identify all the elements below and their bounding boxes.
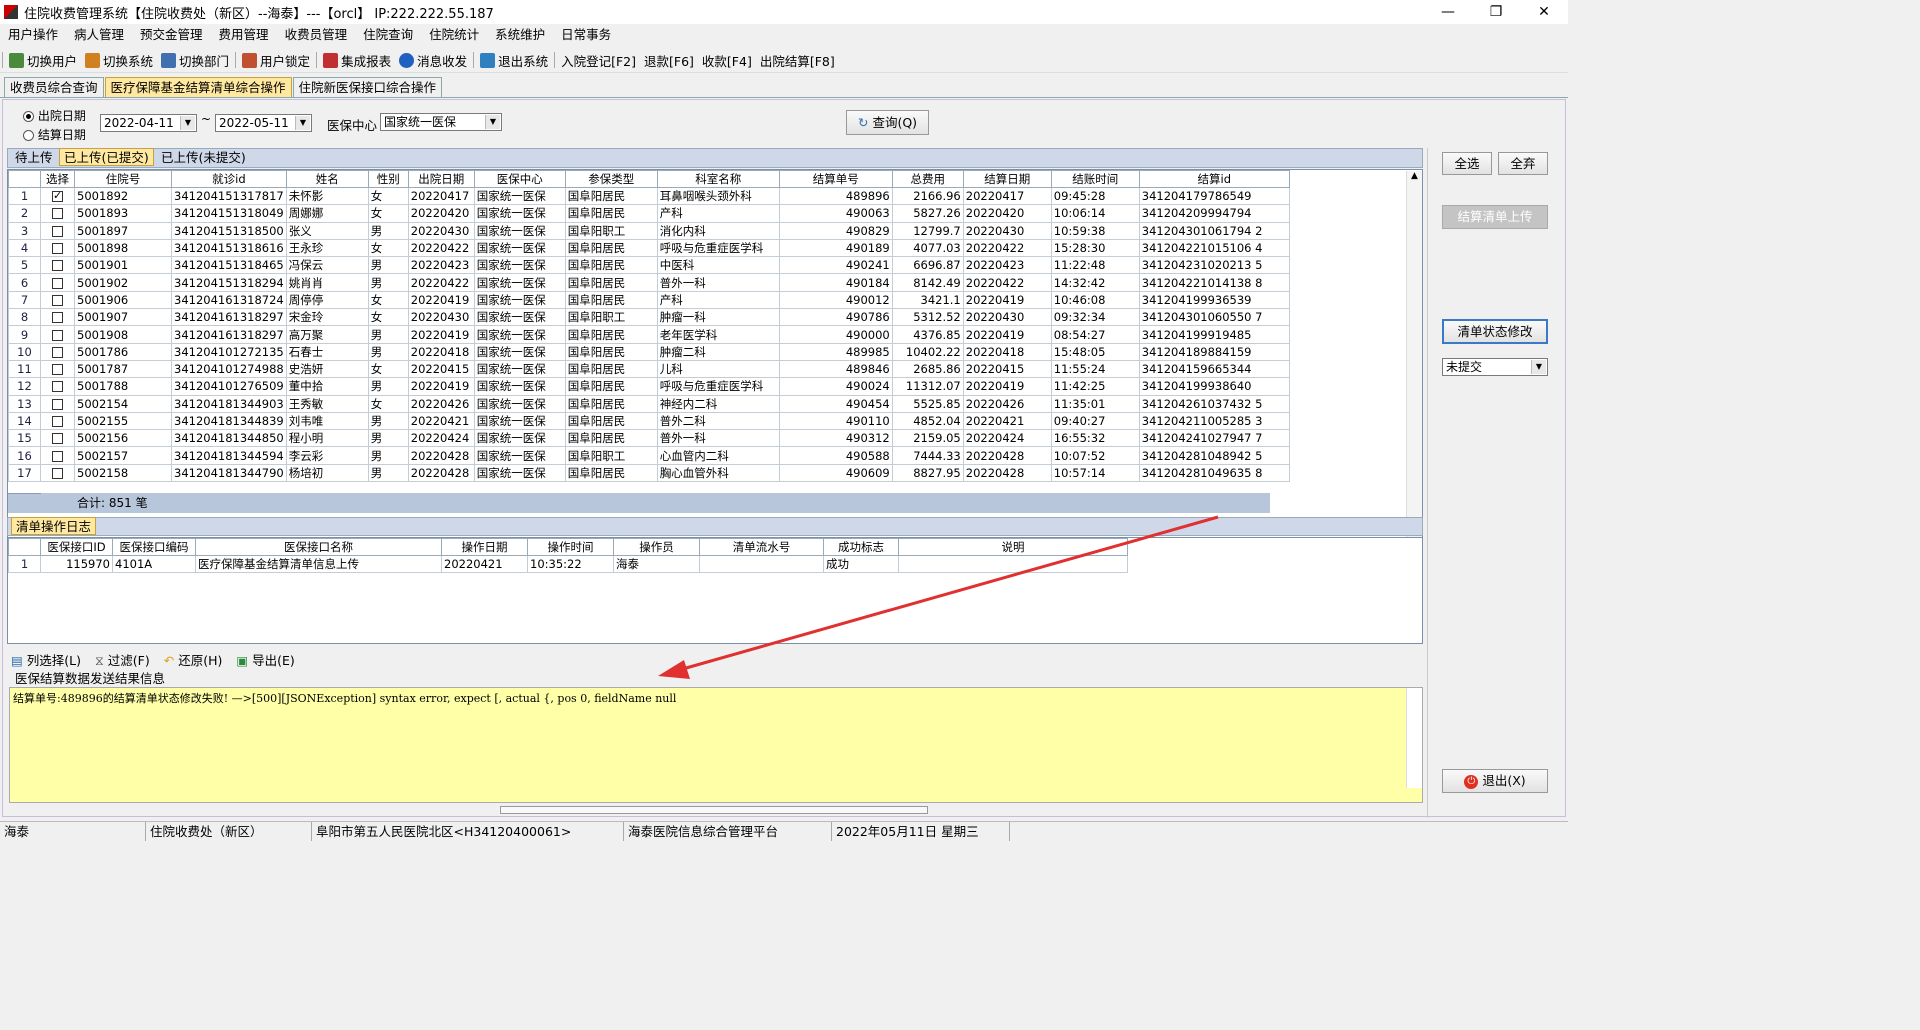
arrow-line xyxy=(671,515,1219,674)
status-user: 海泰 xyxy=(0,822,146,841)
status-hospital: 阜阳市第五人民医院北区<H34120400061> xyxy=(312,822,624,841)
status-bar: 海泰 住院收费处（新区） 阜阳市第五人民医院北区<H34120400061> 海… xyxy=(0,821,1568,841)
annotation-arrow xyxy=(658,515,1219,679)
status-empty xyxy=(1010,822,1568,841)
status-dept: 住院收费处（新区） xyxy=(146,822,312,841)
arrow-head xyxy=(658,660,690,679)
status-date: 2022年05月11日 星期三 xyxy=(832,822,1010,841)
status-platform: 海泰医院信息综合管理平台 xyxy=(624,822,832,841)
